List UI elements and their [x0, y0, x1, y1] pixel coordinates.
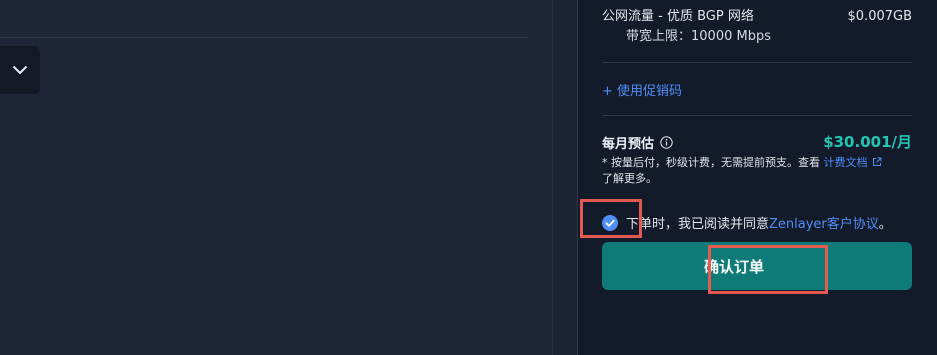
note-prefix: * 按量后付，秒级计费，无需提前预支。查看: [602, 156, 824, 169]
billing-note: * 按量后付，秒级计费，无需提前预支。查看 计费文档了解更多。: [602, 155, 912, 187]
external-link-icon: [872, 157, 881, 166]
agreement-text: 下单时，我已阅读并同意: [626, 217, 770, 232]
agreement-row: 下单时，我已阅读并同意 Zenlayer客户协议。: [602, 213, 892, 232]
collapse-button[interactable]: [0, 46, 40, 94]
customer-agreement-link[interactable]: Zenlayer客户协议: [769, 213, 879, 232]
monthly-estimate-price: $30.001/月: [823, 133, 912, 151]
confirm-order-label: 确认订单: [703, 257, 764, 276]
bandwidth-limit: 带宽上限：10000 Mbps: [626, 29, 771, 44]
page: 公网流量 - 优质 BGP 网络 $0.007GB 带宽上限：10000 Mbp…: [0, 0, 937, 355]
divider: [602, 62, 912, 63]
fee-name: 公网流量 - 优质 BGP 网络: [602, 9, 754, 24]
chevron-down-icon: [13, 66, 27, 74]
check-circle-icon[interactable]: [602, 214, 618, 231]
promo-code-link[interactable]: + 使用促销码: [602, 80, 682, 99]
agreement-end: 。: [878, 217, 892, 232]
divider: [602, 115, 912, 116]
fee-price: $0.007GB: [847, 9, 912, 24]
left-pane: [0, 0, 552, 355]
scroll-gutter: [553, 0, 577, 355]
divider: [0, 37, 528, 38]
estimate-label-text: 每月预估: [602, 137, 655, 152]
confirm-order-button[interactable]: 确认订单: [602, 242, 912, 290]
billing-doc-link[interactable]: 计费文档: [824, 156, 882, 169]
note-suffix: 了解更多。: [602, 172, 657, 185]
order-summary-panel: 公网流量 - 优质 BGP 网络 $0.007GB 带宽上限：10000 Mbp…: [578, 0, 937, 355]
info-circle-icon[interactable]: [660, 136, 673, 149]
monthly-estimate-label: 每月预估: [602, 133, 673, 152]
billing-doc-link-text[interactable]: 计费文档: [824, 156, 868, 169]
